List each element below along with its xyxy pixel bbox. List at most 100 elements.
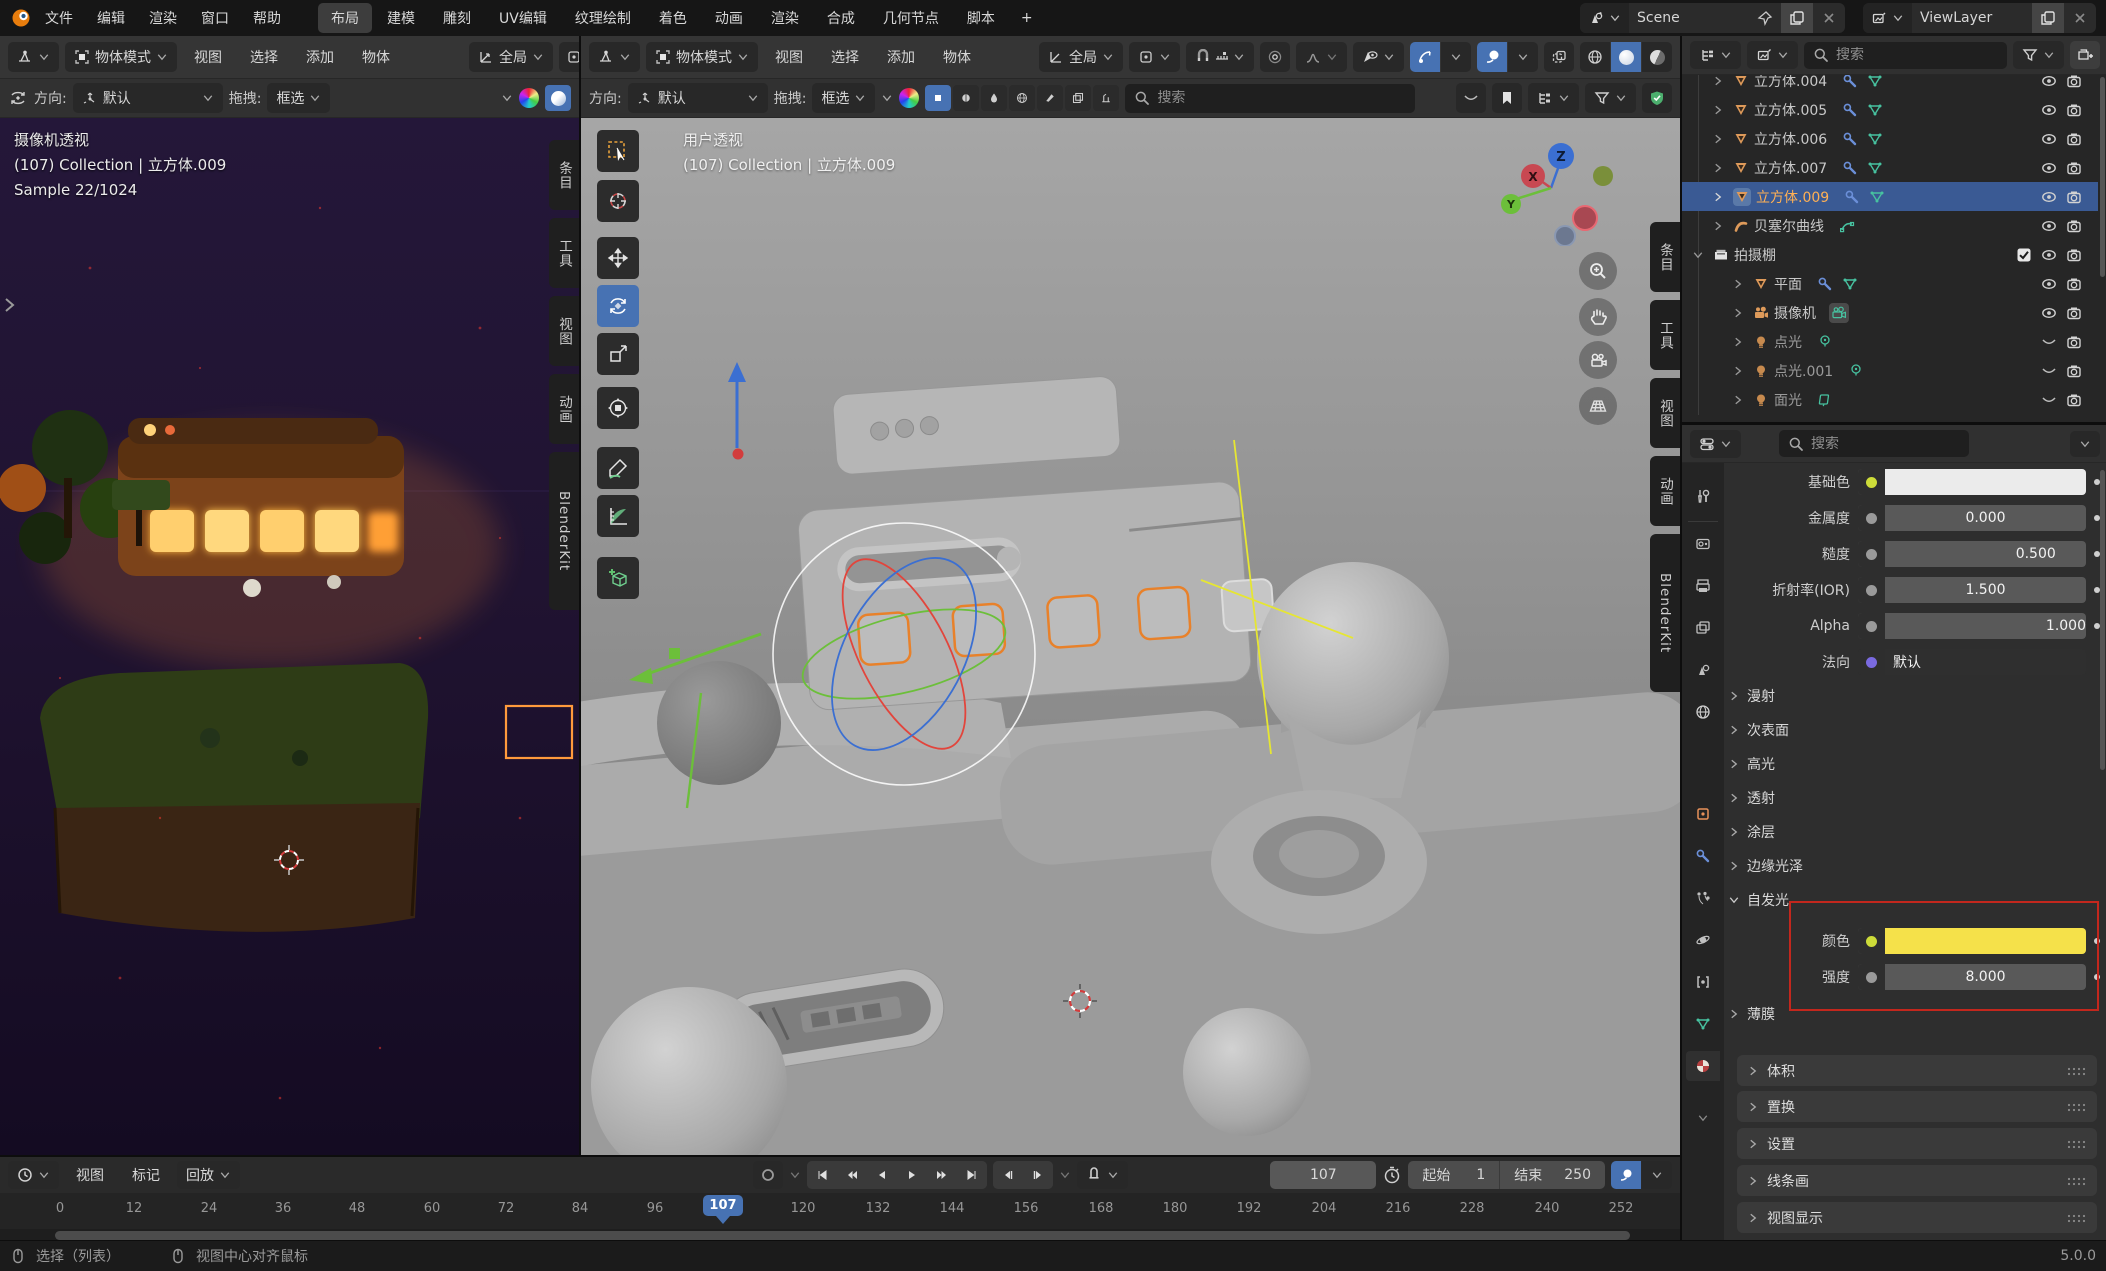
menu-render[interactable]: 渲染	[138, 8, 188, 28]
toggle-grid-button[interactable]	[1579, 387, 1617, 425]
section-transmission[interactable]: 透射	[1728, 783, 2100, 813]
viewlayer-browse-button[interactable]	[1863, 3, 1912, 33]
sidebar-tab-animation[interactable]: 动画	[1650, 456, 1680, 526]
section-subsurface[interactable]: 次表面	[1728, 715, 2100, 745]
tool-transform[interactable]	[597, 387, 639, 429]
sidebar-tab-animation[interactable]: 动画	[549, 374, 579, 444]
material-preview-sphere-icon[interactable]	[899, 88, 919, 108]
overlays-dropdown[interactable]	[1508, 42, 1538, 72]
viewport-search[interactable]	[1125, 84, 1415, 113]
pivot-point-selector[interactable]	[1129, 42, 1180, 72]
end-frame-field[interactable]: 结束250	[1500, 1161, 1605, 1189]
render-visibility-toggle[interactable]	[2064, 102, 2084, 118]
render-visibility-toggle[interactable]	[2064, 131, 2084, 147]
outliner-row-bezier[interactable]: 贝塞尔曲线	[1682, 211, 2098, 240]
snap-target-button[interactable]	[559, 42, 579, 72]
tab-tool[interactable]	[1686, 481, 1720, 511]
tab-modifiers[interactable]	[1686, 841, 1720, 871]
hide-eye-toggle[interactable]	[2039, 160, 2059, 176]
outliner-row-cube004[interactable]: 立方体.004	[1682, 75, 2098, 95]
section-diffuse[interactable]: 漫射	[1728, 681, 2100, 711]
outliner-search-input[interactable]	[1836, 47, 1998, 63]
outliner-filter-button[interactable]	[2013, 41, 2064, 69]
view-menu[interactable]: 视图	[183, 47, 233, 67]
hide-eye-toggle[interactable]	[2039, 276, 2059, 292]
button-panel-object[interactable]	[797, 479, 1278, 711]
sidebar-tab-item[interactable]: 条目	[1650, 222, 1680, 292]
jump-to-end-button[interactable]	[957, 1161, 987, 1189]
base-color-field[interactable]	[1858, 469, 2086, 495]
render-visibility-toggle[interactable]	[2064, 75, 2084, 89]
section-coat[interactable]: 涂层	[1728, 817, 2100, 847]
sidebar-tab-blenderkit[interactable]: BlenderKit	[1650, 534, 1680, 692]
outliner-row-studio-collection[interactable]: 拍摄棚	[1682, 240, 2098, 269]
drag-dropdown[interactable]: 框选	[812, 83, 875, 113]
tab-render[interactable]	[1686, 529, 1720, 559]
editor-type-button[interactable]	[8, 42, 59, 72]
material-preview-sphere-icon[interactable]	[519, 88, 539, 108]
outliner-row-cube006[interactable]: 立方体.006	[1682, 124, 2098, 153]
add-menu[interactable]: 添加	[876, 47, 926, 67]
properties-search[interactable]	[1779, 430, 1969, 457]
hide-eye-toggle[interactable]	[2039, 218, 2059, 234]
play-button[interactable]	[897, 1161, 927, 1189]
view-menu[interactable]: 视图	[764, 47, 814, 67]
shading-solid-button[interactable]	[1611, 42, 1641, 72]
select-menu[interactable]: 选择	[239, 47, 289, 67]
mode-selector[interactable]: 物体模式	[65, 42, 177, 72]
sync-playback-dropdown[interactable]	[1642, 1161, 1672, 1189]
new-collection-button[interactable]	[2070, 41, 2100, 69]
filter-fluid-button[interactable]	[981, 85, 1007, 111]
shield-icon[interactable]	[1642, 83, 1672, 113]
auto-keying-button[interactable]	[753, 1161, 783, 1189]
object-menu[interactable]: 物体	[351, 47, 401, 67]
section-thin-film[interactable]: 薄膜	[1728, 999, 2100, 1029]
timeline-marker-menu[interactable]: 标记	[121, 1165, 171, 1185]
animate-dot[interactable]	[2094, 974, 2100, 980]
pan-button[interactable]	[1579, 298, 1617, 336]
shading-material-button[interactable]	[1642, 42, 1672, 72]
menu-help[interactable]: 帮助	[242, 8, 292, 28]
transform-orientation-selector[interactable]: 全局	[1039, 42, 1123, 72]
tab-modeling[interactable]: 建模	[374, 3, 428, 33]
tab-animation[interactable]: 动画	[702, 3, 756, 33]
direction-dropdown[interactable]: 默认	[73, 83, 223, 113]
snap-toggle-button[interactable]	[1186, 42, 1254, 72]
select-menu[interactable]: 选择	[820, 47, 870, 67]
tab-material[interactable]	[1686, 1051, 1720, 1081]
mode-selector[interactable]: 物体模式	[646, 42, 758, 72]
emission-color-field[interactable]	[1858, 928, 2086, 954]
keying-set-button[interactable]	[1077, 1161, 1128, 1189]
section-emission[interactable]: 自发光	[1728, 885, 2100, 915]
timeline-ruler[interactable]: 0 12 24 36 48 60 72 84 96 120 132 144 15…	[0, 1193, 1680, 1229]
render-visibility-toggle[interactable]	[2064, 363, 2084, 379]
previous-frame-button[interactable]	[993, 1161, 1023, 1189]
filter-mesh-button[interactable]	[925, 85, 951, 111]
collections-visibility-dropdown[interactable]	[1528, 83, 1579, 113]
render-visibility-toggle[interactable]	[2064, 160, 2084, 176]
tab-rendering[interactable]: 渲染	[758, 3, 812, 33]
add-menu[interactable]: 添加	[295, 47, 345, 67]
blender-logo-icon[interactable]	[10, 7, 32, 29]
shading-chevron-icon[interactable]	[501, 92, 513, 104]
tab-geometry-nodes[interactable]: 几何节点	[870, 3, 952, 33]
render-visibility-toggle[interactable]	[2064, 305, 2084, 321]
jump-to-start-button[interactable]	[807, 1161, 837, 1189]
auto-keying-dropdown[interactable]	[789, 1169, 801, 1181]
render-visibility-toggle[interactable]	[2064, 247, 2084, 263]
gizmos-toggle[interactable]	[1410, 42, 1440, 72]
overlays-toggle[interactable]	[1477, 42, 1507, 72]
sidebar-tab-item[interactable]: 条目	[549, 140, 579, 210]
tab-object-data[interactable]	[1686, 1009, 1720, 1039]
frame-step-dropdown[interactable]	[1059, 1169, 1071, 1181]
rendered-shading-button[interactable]	[545, 85, 571, 111]
tab-texture-paint[interactable]: 纹理绘制	[562, 3, 644, 33]
tab-constraints[interactable]	[1686, 967, 1720, 997]
outliner-row-arealight[interactable]: 面光	[1682, 385, 2098, 414]
roughness-slider[interactable]: 0.500	[1858, 541, 2086, 567]
tab-scene[interactable]	[1686, 655, 1720, 685]
tool-rotate[interactable]	[597, 285, 639, 327]
sidebar-tab-tool[interactable]: 工具	[549, 218, 579, 288]
hide-eye-toggle[interactable]	[2039, 334, 2059, 350]
next-keyframe-button[interactable]	[927, 1161, 957, 1189]
